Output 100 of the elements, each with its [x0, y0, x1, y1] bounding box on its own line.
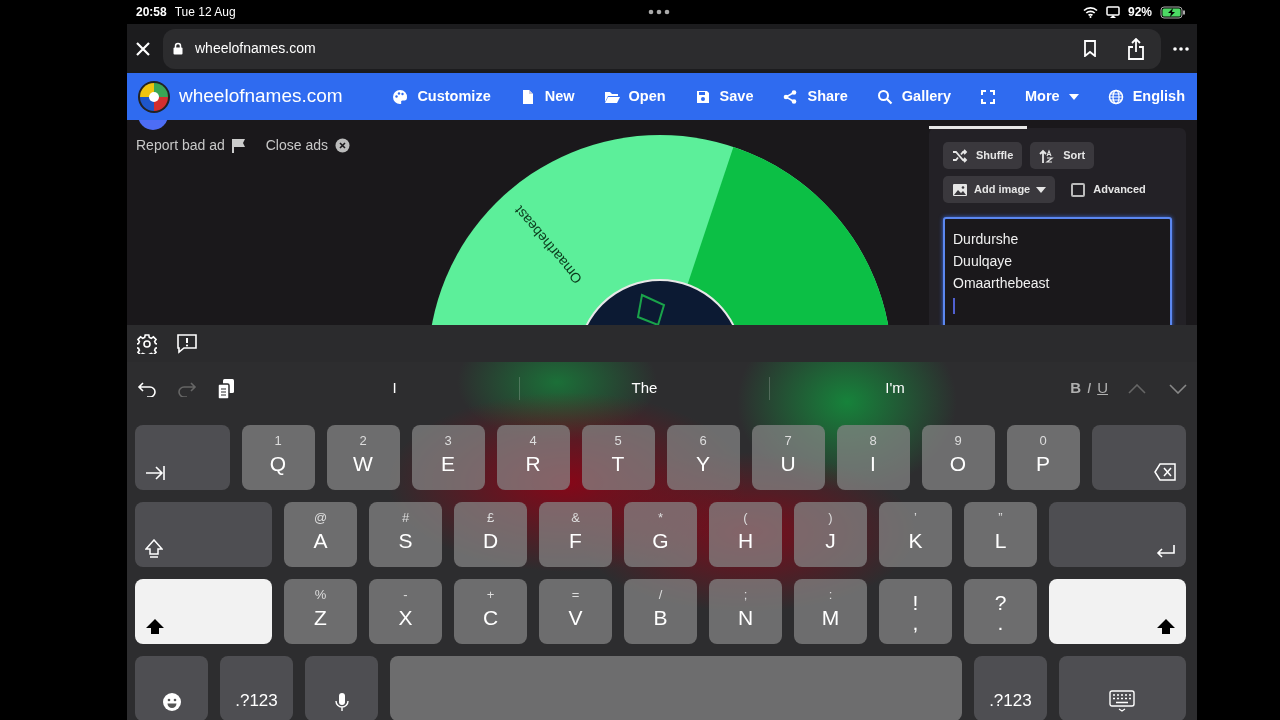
shift-key[interactable] [1049, 579, 1186, 644]
delete-key[interactable] [1091, 425, 1186, 490]
format-button[interactable]: B [1070, 377, 1081, 400]
redo-icon[interactable] [177, 380, 197, 397]
nav-link[interactable]: English [1107, 85, 1185, 108]
key[interactable]: 9 O [921, 425, 995, 490]
wheel-logo-icon[interactable] [137, 79, 171, 114]
nav-link[interactable]: Open [603, 85, 666, 108]
numbers-key[interactable]: .?123 [973, 656, 1047, 720]
toolbar-button[interactable]: Sort [1030, 142, 1095, 169]
key[interactable]: £ D [454, 502, 527, 567]
checkbox-label: Advanced [1093, 182, 1146, 198]
palette-icon [392, 88, 409, 105]
key[interactable]: ( H [709, 502, 782, 567]
key[interactable]: + C [454, 579, 527, 644]
undo-icon[interactable] [137, 380, 157, 397]
settings-icon[interactable] [137, 333, 157, 354]
report-ad-link[interactable]: Report bad ad [136, 135, 246, 156]
flag-icon [231, 138, 246, 153]
emoji-key[interactable] [135, 656, 208, 720]
format-button[interactable]: U [1097, 377, 1108, 400]
key[interactable]: 4 R [496, 425, 570, 490]
key[interactable]: % Z [284, 579, 357, 644]
entry-line: Omaarthebeast [953, 274, 1051, 293]
key[interactable]: * G [624, 502, 697, 567]
key[interactable]: @ A [284, 502, 357, 567]
address-bar[interactable]: wheelofnames.com [163, 28, 1161, 69]
format-button[interactable]: I [1087, 377, 1092, 400]
nav-link[interactable]: Share [782, 85, 848, 108]
add-image-dropdown[interactable]: Add image [943, 176, 1056, 203]
bookmark-icon[interactable] [1083, 40, 1097, 57]
toolbar-button[interactable]: Shuffle [943, 142, 1023, 169]
share-icon[interactable] [1127, 37, 1145, 60]
return-icon [1155, 544, 1176, 558]
close-ads-link[interactable]: Close ads [265, 135, 350, 156]
key[interactable]: ! , [879, 579, 952, 644]
key[interactable]: ? . [964, 579, 1037, 644]
dictation-key[interactable] [305, 656, 378, 720]
key[interactable]: ) J [794, 502, 867, 567]
caps-lock-icon [145, 539, 163, 558]
microphone-icon [333, 692, 350, 712]
paste-icon[interactable] [217, 377, 235, 400]
numbers-key[interactable]: .?123 [220, 656, 293, 720]
feedback-icon[interactable] [177, 333, 197, 354]
key[interactable]: 7 U [751, 425, 825, 490]
key[interactable]: 3 E [411, 425, 485, 490]
key[interactable]: ; N [709, 579, 782, 644]
hide-keyboard-key[interactable] [1058, 656, 1186, 720]
multitasking-dots-icon [648, 9, 671, 15]
close-icon[interactable] [135, 40, 151, 57]
smiley-icon [161, 692, 182, 712]
key[interactable]: 6 Y [666, 425, 740, 490]
more-menu[interactable]: More [1024, 85, 1079, 108]
hub-logo-icon [636, 293, 666, 325]
shift-arrow-icon [145, 618, 165, 635]
url-text: wheelofnames.com [195, 39, 316, 58]
nav-link[interactable]: Customize [392, 85, 491, 108]
key[interactable]: : M [794, 579, 867, 644]
nav-link[interactable]: New [519, 85, 575, 108]
image-icon [952, 182, 968, 197]
key[interactable]: ’ K [879, 502, 952, 567]
key[interactable]: 2 W [326, 425, 400, 490]
text-cursor [953, 298, 955, 314]
key[interactable]: 0 P [1006, 425, 1080, 490]
more-icon[interactable] [1173, 46, 1189, 51]
nav-link[interactable]: Gallery [876, 85, 951, 108]
key[interactable]: & F [539, 502, 612, 567]
shift-key[interactable] [135, 579, 272, 644]
site-title[interactable]: wheelofnames.com [179, 82, 343, 111]
keyboard-icon [1109, 690, 1136, 712]
close-icon [335, 138, 350, 153]
caret-icon [1036, 186, 1047, 193]
shift-arrow-icon [1156, 618, 1176, 635]
key[interactable]: ” L [964, 502, 1037, 567]
entry-line: Durdurshe [953, 230, 1020, 249]
fullscreen-button[interactable] [979, 88, 996, 105]
charging-battery-icon [1160, 5, 1186, 19]
suggestion[interactable]: I [270, 377, 520, 400]
chevron-down-icon[interactable] [1169, 383, 1187, 394]
suggestion[interactable]: The [520, 377, 770, 400]
wifi-icon [1082, 6, 1098, 18]
caret-icon [1068, 93, 1079, 100]
key[interactable]: / B [624, 579, 697, 644]
suggestion[interactable]: I'm [770, 377, 1020, 400]
key[interactable]: 1 Q [241, 425, 315, 490]
advanced-checkbox[interactable] [1071, 182, 1086, 197]
backspace-icon [1154, 463, 1176, 481]
key[interactable]: 8 I [836, 425, 910, 490]
key[interactable]: - X [369, 579, 442, 644]
key[interactable]: = V [539, 579, 612, 644]
chevron-up-icon[interactable] [1128, 383, 1146, 394]
globe-icon [1107, 88, 1124, 105]
key[interactable]: 5 T [581, 425, 655, 490]
nav-link[interactable]: Save [694, 85, 754, 108]
names-text-area[interactable]: Durdurshe Duulqaye Omaarthebeast [943, 217, 1172, 325]
sort-icon [1039, 148, 1056, 163]
key[interactable]: # S [369, 502, 442, 567]
search-icon [876, 88, 893, 105]
fullscreen-icon [979, 88, 996, 105]
status-time: 20:58 [136, 4, 167, 21]
